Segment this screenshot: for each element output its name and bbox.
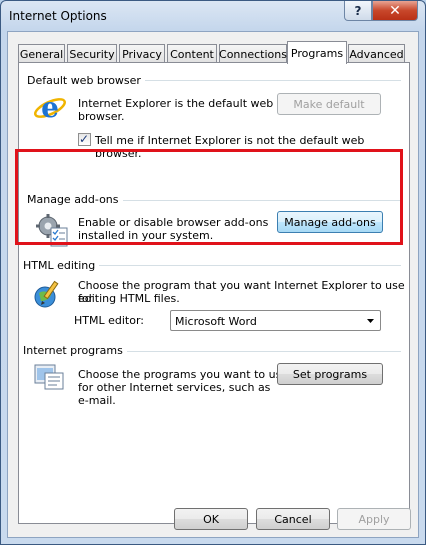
- window-title: Internet Options: [9, 9, 107, 23]
- tab-advanced[interactable]: Advanced: [348, 44, 405, 63]
- internet-programs-desc-line3: e-mail.: [78, 394, 116, 407]
- html-editor-icon: [34, 280, 59, 308]
- tab-content[interactable]: Content: [167, 44, 217, 63]
- internet-programs-desc-line1: Choose the programs you want to use: [78, 368, 289, 381]
- close-icon: ✕: [389, 2, 401, 19]
- help-icon: ?: [354, 3, 362, 18]
- close-button[interactable]: ✕: [372, 1, 418, 21]
- tab-connections[interactable]: Connections: [219, 44, 287, 63]
- html-editor-label: HTML editor:: [74, 314, 144, 327]
- html-editing-title: HTML editing: [23, 259, 100, 272]
- default-browser-status-line1: Internet Explorer is the default web: [78, 97, 274, 110]
- dialog-client-area: General Security Privacy Content Connect…: [7, 31, 419, 538]
- tab-privacy[interactable]: Privacy: [119, 44, 165, 63]
- tab-security[interactable]: Security: [67, 44, 117, 63]
- tab-general[interactable]: General: [18, 44, 65, 63]
- notify-default-checkbox[interactable]: ✓: [78, 132, 91, 146]
- tab-programs[interactable]: Programs: [287, 41, 347, 64]
- default-browser-title: Default web browser: [27, 74, 145, 87]
- html-editor-select[interactable]: Microsoft Word: [170, 310, 381, 331]
- internet-programs-desc-line2: for other Internet services, such as: [78, 381, 271, 394]
- internet-programs-title: Internet programs: [23, 344, 127, 357]
- internet-programs-icon: [34, 364, 64, 390]
- svg-text:e: e: [41, 91, 59, 124]
- internet-options-window: Internet Options ? ✕ General Security Pr…: [0, 0, 426, 545]
- internet-explorer-icon: e: [34, 91, 66, 124]
- chevron-down-icon: [367, 319, 374, 323]
- set-programs-button[interactable]: Set programs: [277, 363, 383, 385]
- apply-button[interactable]: Apply: [337, 508, 411, 530]
- checkmark-icon: ✓: [79, 132, 90, 146]
- default-browser-status-line2: browser.: [78, 110, 125, 123]
- html-editor-selected-value: Microsoft Word: [175, 315, 257, 328]
- title-bar[interactable]: Internet Options ? ✕: [1, 1, 425, 31]
- ok-button[interactable]: OK: [174, 508, 248, 530]
- html-editing-desc-line2: editing HTML files.: [78, 292, 180, 305]
- cancel-button[interactable]: Cancel: [256, 508, 330, 530]
- programs-tab-panel: Default web browser e Internet Explorer …: [18, 62, 410, 524]
- help-button[interactable]: ?: [344, 1, 372, 21]
- manage-addons-highlight-box: [15, 149, 403, 245]
- make-default-button[interactable]: Make default: [277, 93, 381, 115]
